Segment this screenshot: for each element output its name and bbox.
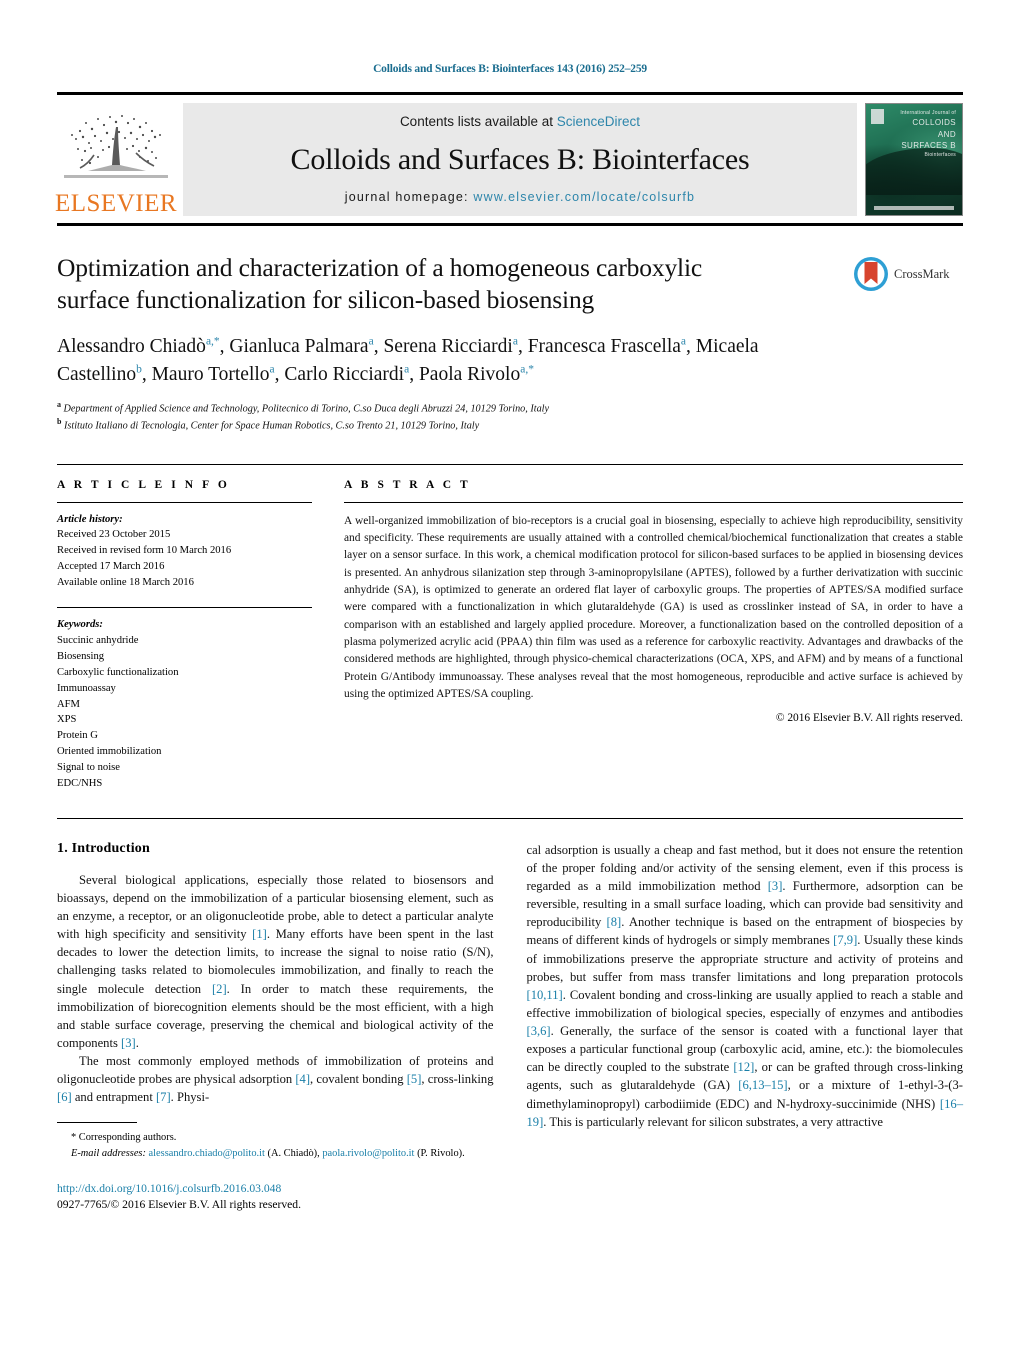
abstract-heading: A B S T R A C T [344, 478, 471, 491]
body-column-right: cal adsorption is usually a cheap and fa… [527, 841, 964, 1214]
title-block: Optimization and characterization of a h… [57, 252, 963, 434]
journal-homepage-line: journal homepage: www.elsevier.com/locat… [345, 190, 695, 204]
keyword-item: EDC/NHS [57, 777, 103, 789]
doi-block: http://dx.doi.org/10.1016/j.colsurfb.201… [57, 1181, 494, 1214]
paragraph: cal adsorption is usually a cheap and fa… [526, 842, 964, 1129]
article-history-label: Article history: [57, 513, 123, 525]
crossmark-badge[interactable]: CrossMark [853, 252, 963, 292]
email-addresses-note: E-mail addresses: alessandro.chiado@poli… [57, 1146, 494, 1162]
body-columns: 1. Introduction Several biological appli… [57, 841, 963, 1214]
crossmark-icon [854, 257, 888, 291]
keyword-item: Oriented immobilization [57, 746, 162, 758]
keyword-item: Signal to noise [57, 762, 120, 774]
homepage-prefix: journal homepage: [344, 190, 474, 204]
elsevier-logo: ELSEVIER [54, 103, 178, 217]
affiliation-list: a Department of Applied Science and Tech… [57, 399, 853, 434]
corresponding-authors-note: * Corresponding authors. [71, 1132, 177, 1144]
keyword-item: Protein G [57, 730, 98, 742]
author-list: Alessandro Chiadòa,*, Gianluca Palmaraa,… [57, 335, 759, 385]
section-heading-introduction: 1. Introduction [57, 840, 150, 856]
crossmark-label: CrossMark [894, 266, 950, 281]
article-info-column: A R T I C L E I N F O Article history: R… [57, 465, 312, 792]
article-info-rule [57, 501, 312, 503]
article-info-heading: A R T I C L E I N F O [57, 478, 230, 491]
cover-title-text: International Journal of COLLOIDS AND SU… [894, 110, 956, 159]
article-history: Article history: Received 23 October 201… [57, 512, 312, 591]
cover-line-small: International Journal of [900, 110, 956, 116]
history-item: Received 23 October 2015 [57, 529, 171, 541]
email-link-2[interactable]: paola.rivolo@polito.it [322, 1148, 414, 1159]
cover-elsevier-badge [871, 109, 884, 124]
page-title: Optimization and characterization of a h… [57, 253, 703, 315]
keyword-item: AFM [57, 698, 80, 710]
sciencedirect-link[interactable]: ScienceDirect [557, 114, 640, 129]
info-abstract-region: A R T I C L E I N F O Article history: R… [57, 463, 963, 792]
abstract-column: A B S T R A C T A well-organized immobil… [344, 465, 963, 792]
contents-list-line: Contents lists available at ScienceDirec… [400, 114, 640, 129]
keyword-item: Succinic anhydride [57, 634, 139, 646]
journal-masthead: ELSEVIER Contents lists available at Sci… [54, 92, 963, 226]
cover-line-big-1: COLLOIDS AND [912, 118, 956, 139]
affiliation-text-b: Istituto Italiano di Tecnologia, Center … [64, 420, 480, 432]
cover-line-big-2: SURFACES B [901, 141, 956, 151]
elsevier-tree-icon [64, 115, 168, 178]
masthead-center-panel: Contents lists available at ScienceDirec… [183, 103, 857, 216]
affiliation-text-a: Department of Applied Science and Techno… [63, 403, 550, 415]
paragraph: Several biological applications, especia… [57, 872, 494, 1050]
paragraph: The most commonly employed methods of im… [57, 1054, 494, 1105]
abstract-rule [344, 501, 963, 503]
contents-prefix: Contents lists available at [399, 114, 557, 129]
keywords-rule [57, 607, 312, 609]
keyword-item: Immunoassay [57, 682, 116, 694]
journal-title: Colloids and Surfaces B: Biointerfaces [290, 142, 750, 176]
affiliation-b: b Istituto Italiano di Tecnologia, Cente… [57, 416, 853, 433]
keywords-label: Keywords: [57, 619, 103, 631]
body-separator-rule [57, 817, 963, 819]
keyword-list: Keywords: Succinic anhydride Biosensing … [57, 617, 312, 792]
affiliation-marker-a: a [57, 399, 61, 409]
keyword-item: Carboxylic functionalization [57, 666, 179, 678]
keyword-item: Biosensing [57, 650, 105, 662]
body-column-left: 1. Introduction Several biological appli… [57, 841, 494, 1214]
history-item: Accepted 17 March 2016 [57, 561, 165, 573]
footnote-block: * Corresponding authors. E-mail addresse… [57, 1122, 494, 1213]
running-head: Colloids and Surfaces B: Biointerfaces 1… [373, 63, 647, 75]
affiliation-marker-b: b [57, 417, 62, 427]
doi-link[interactable]: http://dx.doi.org/10.1016/j.colsurfb.201… [57, 1181, 494, 1197]
footnote-rule [57, 1122, 137, 1124]
cover-line-sub: Biointerfaces [924, 152, 956, 159]
history-item: Available online 18 March 2016 [57, 577, 194, 589]
email-link-1[interactable]: alessandro.chiado@polito.it [149, 1148, 265, 1159]
email-person-2: (P. Rivolo). [417, 1148, 465, 1160]
cover-bottom-bar [874, 206, 954, 210]
keyword-item: XPS [57, 714, 77, 726]
history-item: Received in revised form 10 March 2016 [57, 545, 232, 557]
title-and-authors: Optimization and characterization of a h… [57, 252, 853, 434]
email-person-1: (A. Chiadò), [267, 1148, 320, 1160]
email-label: E-mail addresses: [71, 1148, 146, 1160]
elsevier-wordmark: ELSEVIER [54, 190, 178, 217]
abstract-text: A well-organized immobilization of bio-r… [344, 514, 963, 700]
journal-cover-thumbnail: International Journal of COLLOIDS AND SU… [865, 103, 963, 216]
abstract-copyright: © 2016 Elsevier B.V. All rights reserved… [775, 712, 963, 725]
issn-copyright-line: 0927-7765/© 2016 Elsevier B.V. All right… [57, 1198, 301, 1212]
journal-homepage-link[interactable]: www.elsevier.com/locate/colsurfb [473, 190, 695, 204]
paper-page: Colloids and Surfaces B: Biointerfaces 1… [0, 0, 1020, 1351]
affiliation-a: a Department of Applied Science and Tech… [57, 399, 853, 416]
